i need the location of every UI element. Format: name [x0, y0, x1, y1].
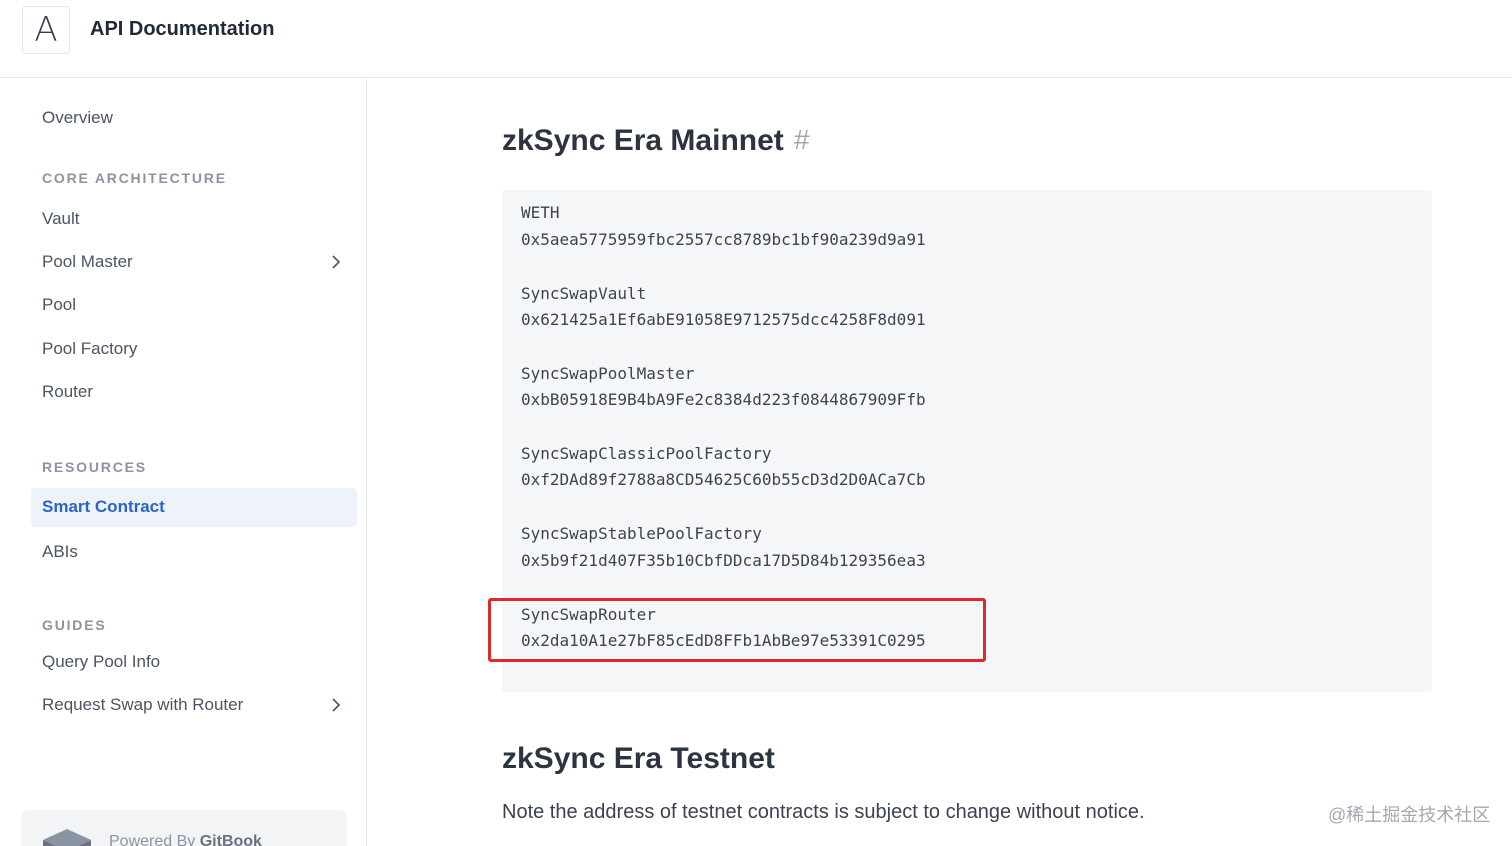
- anchor-link-icon[interactable]: #: [794, 124, 810, 156]
- contract-name: WETH: [521, 203, 560, 222]
- contract-address: 0xbB05918E9B4bA9Fe2c8384d223f0844867909F…: [521, 390, 926, 409]
- contract-address: 0xf2DAd89f2788a8CD54625C60b55cD3d2D0ACa7…: [521, 470, 926, 489]
- sidebar-item-pool-factory[interactable]: Pool Factory: [42, 339, 137, 359]
- sidebar-section-core-architecture: CORE ARCHITECTURE: [42, 170, 227, 186]
- powered-by-gitbook[interactable]: Powered By GitBook: [21, 810, 347, 846]
- gitbook-icon: [41, 826, 93, 846]
- contract-name: SyncSwapStablePoolFactory: [521, 524, 762, 543]
- sidebar-item-request-swap[interactable]: Request Swap with Router: [42, 695, 243, 715]
- contract-name: SyncSwapClassicPoolFactory: [521, 444, 772, 463]
- sidebar-item-query-pool-info[interactable]: Query Pool Info: [42, 652, 160, 672]
- contract-address: 0x5b9f21d407F35b10CbfDDca17D5D84b129356e…: [521, 551, 926, 570]
- top-bar: A API Documentation: [0, 0, 1512, 78]
- sidebar-item-abis[interactable]: ABIs: [42, 542, 78, 562]
- heading-mainnet: zkSync Era Mainnet: [502, 124, 784, 157]
- contract-address: 0x5aea5775959fbc2557cc8789bc1bf90a239d9a…: [521, 230, 926, 249]
- site-title[interactable]: API Documentation: [90, 18, 274, 41]
- sidebar-item-smart-contract[interactable]: Smart Contract: [42, 497, 165, 517]
- sidebar-section-resources: RESOURCES: [42, 459, 147, 475]
- powered-by-text: Powered By GitBook: [109, 833, 262, 846]
- sidebar-item-pool-master[interactable]: Pool Master: [42, 252, 133, 272]
- chevron-right-icon[interactable]: [330, 698, 342, 712]
- watermark: @稀土掘金技术社区: [1328, 805, 1491, 825]
- router-highlight-box: [488, 598, 986, 662]
- contract-address: 0x621425a1Ef6abE91058E9712575dcc4258F8d0…: [521, 310, 926, 329]
- testnet-note: Note the address of testnet contracts is…: [502, 801, 1145, 823]
- sidebar: Overview CORE ARCHITECTURE Vault Pool Ma…: [0, 79, 367, 846]
- sidebar-item-vault[interactable]: Vault: [42, 209, 80, 229]
- contract-name: SyncSwapVault: [521, 284, 647, 303]
- site-logo[interactable]: A: [22, 6, 70, 54]
- contract-name: SyncSwapPoolMaster: [521, 364, 695, 383]
- sidebar-item-overview[interactable]: Overview: [42, 108, 113, 128]
- sidebar-section-guides: GUIDES: [42, 617, 107, 633]
- sidebar-item-pool[interactable]: Pool: [42, 295, 76, 315]
- sidebar-item-router[interactable]: Router: [42, 382, 93, 402]
- heading-testnet: zkSync Era Testnet: [502, 742, 775, 775]
- chevron-right-icon[interactable]: [330, 255, 342, 269]
